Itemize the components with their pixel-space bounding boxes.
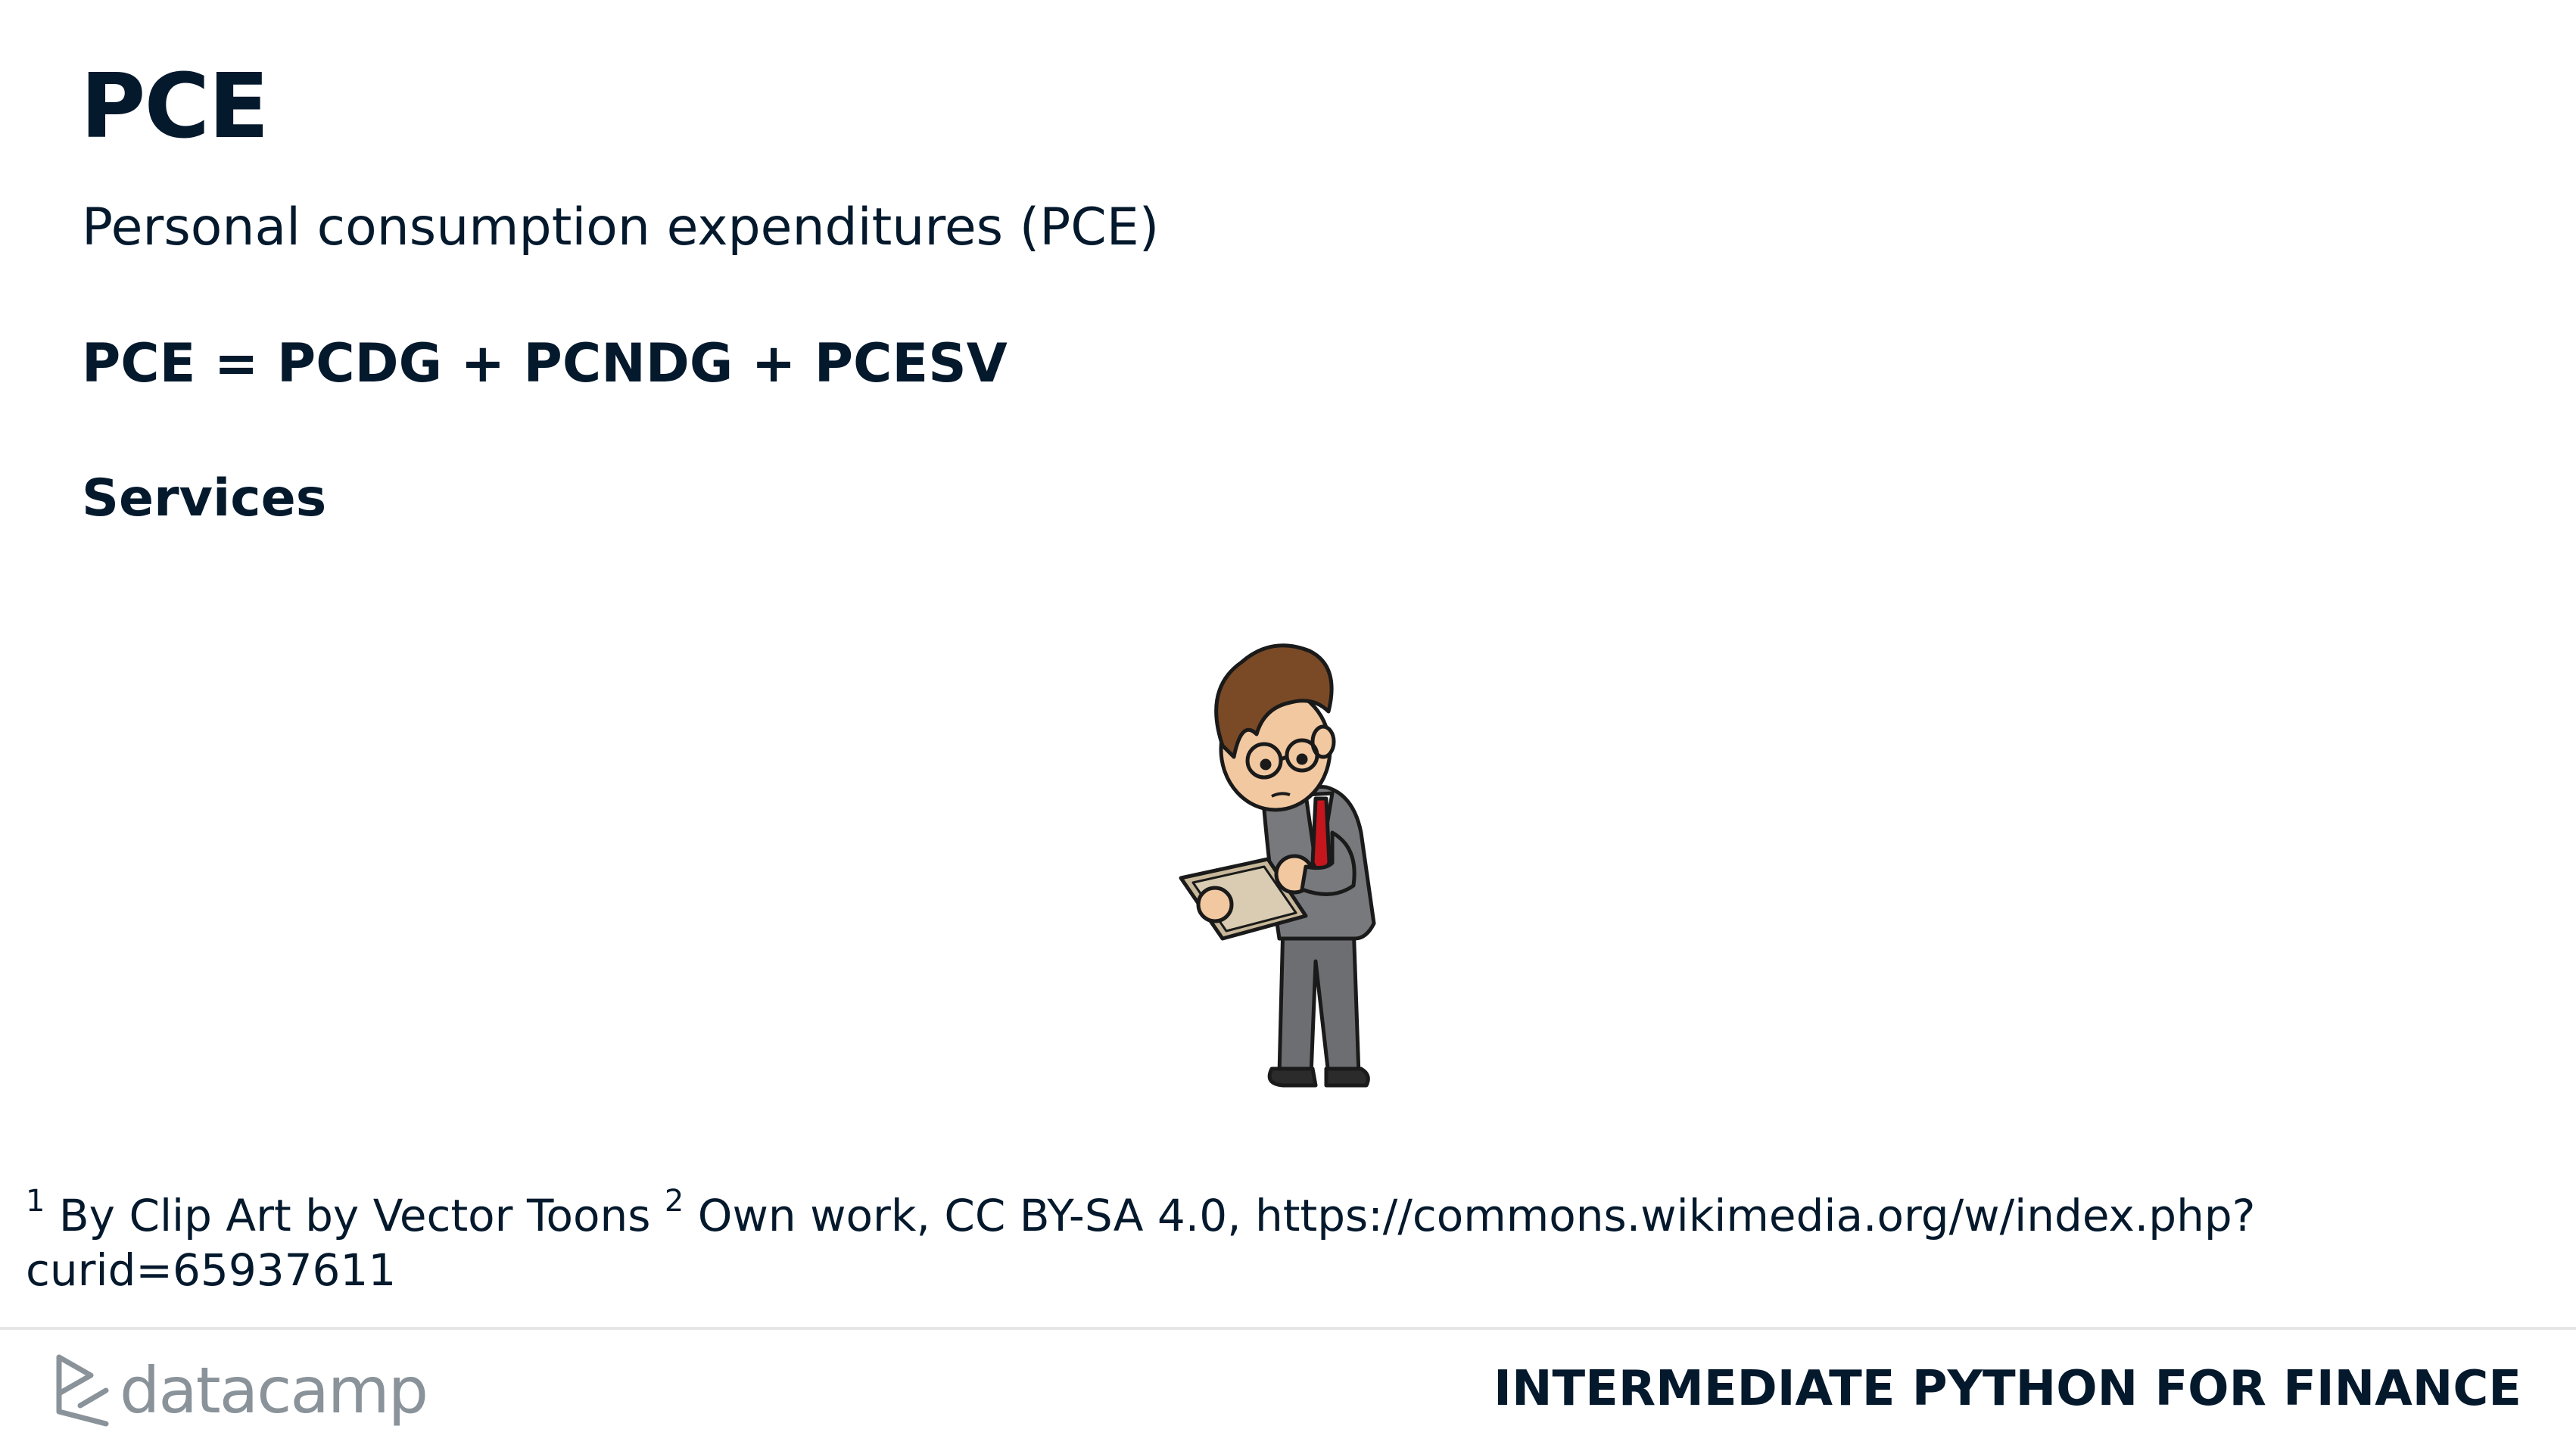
- logo-wordmark: datacamp: [120, 1353, 428, 1428]
- pce-formula: PCE = PCDG + PCNDG + PCESV: [82, 332, 1008, 394]
- footer-divider: [0, 1327, 2576, 1330]
- section-heading: Services: [82, 469, 327, 528]
- slide-subtitle: Personal consumption expenditures (PCE): [82, 198, 1160, 257]
- footnote-text-1: By Clip Art by Vector Toons: [45, 1190, 665, 1241]
- datacamp-logo-icon: [56, 1354, 109, 1427]
- datacamp-logo: datacamp: [53, 1349, 447, 1432]
- footnote-marker-1: 1: [26, 1184, 45, 1219]
- footnote-marker-2: 2: [664, 1184, 684, 1219]
- slide-title: PCE: [80, 54, 269, 158]
- course-title: INTERMEDIATE PYTHON FOR FINANCE: [1494, 1361, 2521, 1417]
- businessman-illustration: [1179, 643, 1376, 1088]
- businessman-with-tablet-icon: [1151, 606, 1416, 1090]
- image-credit-footnote: 1 By Clip Art by Vector Toons 2 Own work…: [26, 1186, 2524, 1297]
